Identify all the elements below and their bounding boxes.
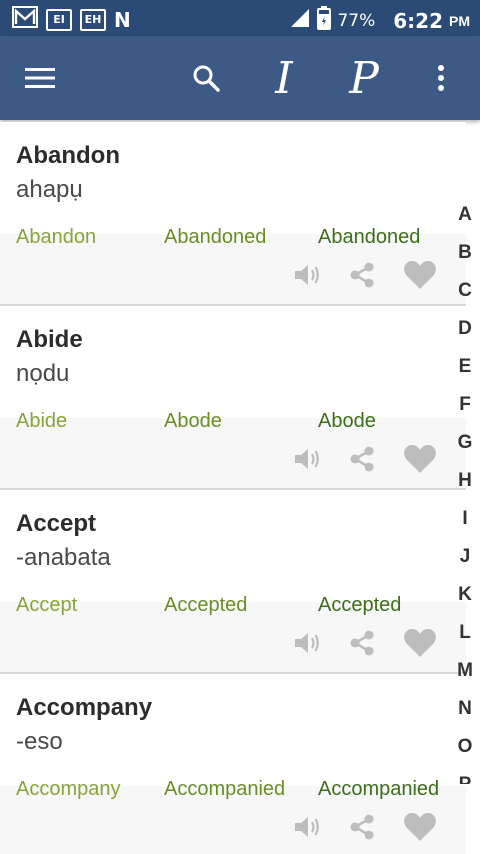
battery-icon	[317, 6, 332, 35]
word-title: Accept	[16, 510, 97, 537]
speaker-icon[interactable]	[290, 628, 326, 658]
word-list: Abandon ahapụ Abandon Abandoned Abandone…	[0, 122, 466, 854]
eh-notification-icon: EH	[80, 8, 106, 31]
participle-mode-button[interactable]: P	[338, 36, 390, 120]
verb-form-base: Abandon	[16, 226, 97, 248]
verb-form-participle: Accepted	[318, 594, 402, 616]
verb-form-past: Abode	[164, 410, 222, 432]
alpha-index-l[interactable]: L	[450, 614, 480, 652]
status-bar: EI EH N 77% 6:22 PM	[0, 0, 480, 36]
alpha-index-g[interactable]: G	[450, 424, 480, 462]
signal-icon	[289, 7, 311, 34]
clock-ampm: PM	[449, 12, 470, 29]
alpha-index-f[interactable]: F	[450, 386, 480, 424]
verb-form-participle: Accompanied	[318, 778, 440, 800]
verb-form-past: Accompanied	[164, 778, 286, 800]
word-translation: -eso	[16, 728, 63, 755]
battery-percentage: 77%	[337, 10, 376, 31]
verb-form-past: Abandoned	[164, 226, 267, 248]
clock: 6:22	[393, 8, 443, 33]
word-title: Abide	[16, 326, 83, 353]
heart-icon[interactable]	[402, 812, 438, 842]
alpha-index-j[interactable]: J	[450, 538, 480, 576]
alpha-index-m[interactable]: M	[450, 652, 480, 690]
ei-notification-icon: EI	[46, 8, 72, 31]
system-status: 77% 6:22 PM	[289, 6, 470, 35]
alpha-index-n[interactable]: N	[450, 690, 480, 728]
alpha-index-a[interactable]: A	[450, 196, 480, 234]
card-footer	[0, 418, 466, 488]
list-item[interactable]: Accompany -eso Accompany Accompanied Acc…	[0, 674, 466, 854]
search-icon[interactable]	[186, 36, 226, 120]
share-icon[interactable]	[344, 260, 380, 290]
alpha-index-e[interactable]: E	[450, 348, 480, 386]
heart-icon[interactable]	[402, 628, 438, 658]
verb-form-base: Abide	[16, 410, 68, 432]
alpha-index-i[interactable]: I	[450, 500, 480, 538]
verb-form-past: Accepted	[164, 594, 248, 616]
share-icon[interactable]	[344, 628, 380, 658]
alpha-index-c[interactable]: C	[450, 272, 480, 310]
alpha-index-h[interactable]: H	[450, 462, 480, 500]
speaker-icon[interactable]	[290, 444, 326, 474]
alpha-index-d[interactable]: D	[450, 310, 480, 348]
heart-icon[interactable]	[402, 260, 438, 290]
speaker-icon[interactable]	[290, 260, 326, 290]
menu-icon[interactable]	[22, 36, 58, 120]
alphabet-index: A B C D E F G H I J K L M N O P	[450, 196, 480, 784]
verb-form-base: Accept	[16, 594, 78, 616]
list-item[interactable]: Abide nọdu Abide Abode Abode	[0, 306, 466, 490]
more-vert-icon[interactable]	[426, 36, 456, 120]
heart-icon[interactable]	[402, 444, 438, 474]
list-item[interactable]: Abandon ahapụ Abandon Abandoned Abandone…	[0, 122, 466, 306]
alpha-index-o[interactable]: O	[450, 728, 480, 766]
notification-icons: EI EH N	[12, 6, 131, 33]
alpha-index-k[interactable]: K	[450, 576, 480, 614]
infinitive-mode-button[interactable]: I	[258, 36, 310, 120]
verb-form-participle: Abandoned	[318, 226, 421, 248]
alpha-index-p[interactable]: P	[450, 766, 480, 784]
share-icon[interactable]	[344, 812, 380, 842]
word-translation: ahapụ	[16, 176, 83, 203]
alpha-index-b[interactable]: B	[450, 234, 480, 272]
share-icon[interactable]	[344, 444, 380, 474]
word-title: Accompany	[16, 694, 153, 721]
verb-form-participle: Abode	[318, 410, 376, 432]
word-translation: nọdu	[16, 360, 70, 387]
gmail-icon	[12, 6, 38, 33]
speaker-icon[interactable]	[290, 812, 326, 842]
word-translation: -anabata	[16, 544, 111, 571]
list-item[interactable]: Accept -anabata Accept Accepted Accepted	[0, 490, 466, 674]
app-bar: I P	[0, 36, 480, 120]
verb-form-base: Accompany	[16, 778, 121, 800]
word-title: Abandon	[16, 142, 120, 169]
n-notification-icon: N	[114, 7, 131, 32]
